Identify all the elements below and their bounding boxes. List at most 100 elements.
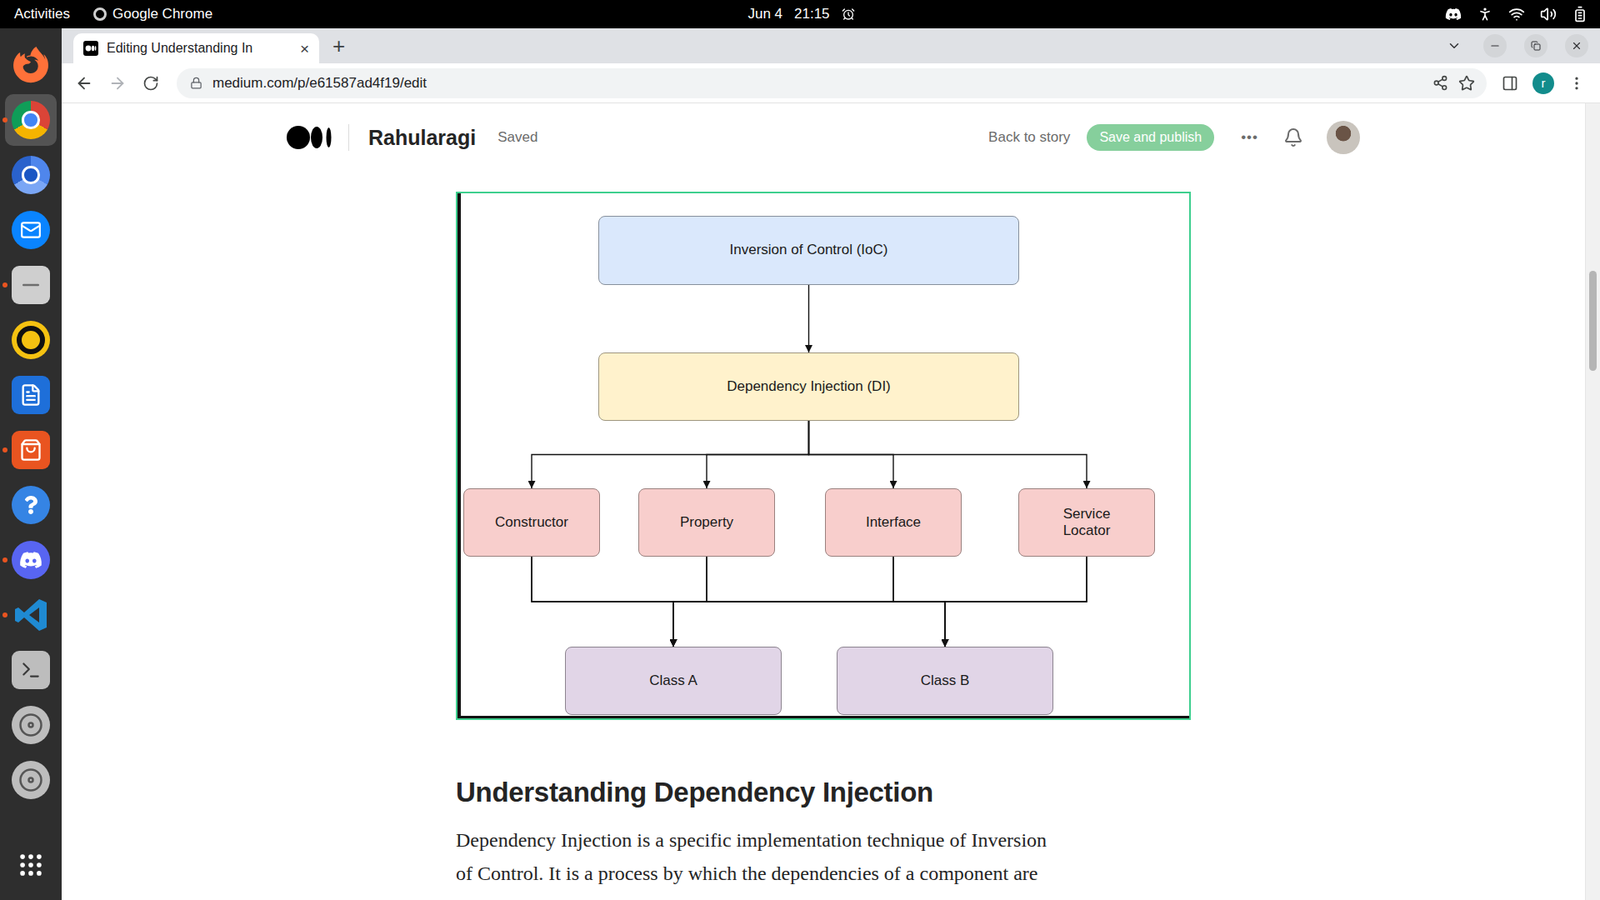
diagram-node: Constructor bbox=[463, 488, 600, 557]
more-options-button[interactable]: ••• bbox=[1240, 129, 1259, 146]
connector-line bbox=[809, 420, 895, 489]
connector-line bbox=[893, 556, 945, 647]
connector-line bbox=[673, 556, 894, 647]
back-button[interactable] bbox=[69, 68, 100, 99]
scrollbar[interactable] bbox=[1585, 103, 1600, 900]
chromium-icon bbox=[11, 155, 50, 195]
scrollbar-thumb[interactable] bbox=[1589, 270, 1597, 371]
medium-favicon-icon bbox=[83, 40, 99, 56]
diagram-node: Inversion of Control (IoC) bbox=[598, 215, 1020, 285]
clock-time: 21:15 bbox=[794, 5, 830, 23]
dock-item[interactable] bbox=[5, 839, 57, 891]
forward-button[interactable] bbox=[102, 68, 133, 99]
running-dot bbox=[2, 612, 8, 618]
medium-logo-icon[interactable] bbox=[286, 125, 333, 150]
disk-icon bbox=[11, 705, 50, 745]
dock-item[interactable] bbox=[5, 589, 57, 641]
app-menu[interactable]: Google Chrome bbox=[93, 5, 213, 23]
page: Rahularagi Saved Back to story Save and pub… bbox=[61, 103, 1585, 900]
disk-icon bbox=[11, 760, 50, 800]
notifications-bell-icon[interactable] bbox=[1283, 127, 1304, 148]
dock-item[interactable] bbox=[5, 479, 57, 531]
activities-button[interactable]: Activities bbox=[14, 5, 70, 23]
editor-header: Rahularagi Saved Back to story Save and pub… bbox=[286, 103, 1360, 172]
app-name: Google Chrome bbox=[112, 5, 213, 23]
back-to-story-link[interactable]: Back to story bbox=[988, 129, 1070, 146]
connector-line bbox=[673, 556, 707, 647]
browser-window: Editing Understanding In× + medium.com/p/e… bbox=[61, 28, 1600, 900]
running-dot bbox=[2, 447, 8, 453]
node-label: Inversion of Control (IoC) bbox=[730, 241, 889, 259]
new-tab-button[interactable]: + bbox=[332, 35, 345, 57]
terminal-icon bbox=[11, 650, 50, 690]
restore-button[interactable] bbox=[1524, 34, 1548, 58]
dock-item[interactable] bbox=[5, 424, 57, 476]
connector-line bbox=[706, 556, 945, 647]
node-label: Service Locator bbox=[1053, 505, 1120, 540]
discord-icon[interactable] bbox=[1445, 5, 1462, 23]
dock-item[interactable] bbox=[5, 699, 57, 751]
dock-item[interactable] bbox=[5, 314, 57, 366]
volume-icon[interactable] bbox=[1540, 5, 1557, 23]
share-icon[interactable] bbox=[1432, 75, 1449, 91]
diagram-node: Interface bbox=[825, 488, 962, 557]
menu-button[interactable] bbox=[1561, 68, 1592, 99]
connector-line bbox=[945, 556, 1087, 647]
accessibility-icon[interactable] bbox=[1476, 5, 1494, 23]
dock bbox=[0, 28, 62, 900]
clock[interactable]: Jun 4 21:15 bbox=[747, 5, 855, 23]
files-icon bbox=[11, 265, 50, 305]
user-avatar[interactable] bbox=[1326, 120, 1360, 155]
connector-line bbox=[706, 420, 810, 489]
diagram-canvas: Inversion of Control (IoC) Dependency Inj… bbox=[457, 193, 1190, 719]
node-label: Class A bbox=[649, 672, 698, 690]
dock-item[interactable] bbox=[5, 39, 57, 91]
connector-line bbox=[531, 556, 674, 647]
diagram-image[interactable]: Inversion of Control (IoC) Dependency Inj… bbox=[455, 191, 1191, 720]
close-button[interactable] bbox=[1565, 34, 1589, 58]
thunderbird-icon bbox=[11, 210, 50, 250]
dock-item[interactable] bbox=[5, 534, 57, 586]
apps-icon bbox=[16, 850, 45, 880]
dock-item[interactable] bbox=[5, 94, 57, 146]
dock-item[interactable] bbox=[5, 644, 57, 696]
dock-item[interactable] bbox=[5, 204, 57, 256]
help-icon bbox=[11, 485, 50, 525]
reload-button[interactable] bbox=[135, 68, 166, 99]
address-bar[interactable]: medium.com/p/e61587ad4f19/edit bbox=[176, 68, 1487, 99]
bookmark-star-icon[interactable] bbox=[1458, 75, 1475, 92]
browser-tab[interactable]: Editing Understanding In× bbox=[73, 33, 320, 64]
paragraph-line: Dependency Injection is a specific imple… bbox=[455, 823, 1191, 857]
section-heading[interactable]: Understanding Dependency Injection bbox=[455, 775, 1191, 810]
connector-line bbox=[531, 556, 945, 647]
side-panel-button[interactable] bbox=[1495, 68, 1525, 99]
paragraph[interactable]: Dependency Injection is a specific imple… bbox=[455, 823, 1191, 890]
node-label: Constructor bbox=[495, 514, 569, 531]
lock-icon[interactable] bbox=[190, 76, 203, 90]
connector-line bbox=[808, 285, 810, 353]
running-dot bbox=[2, 117, 8, 123]
minimize-button[interactable] bbox=[1483, 34, 1507, 58]
profile-button[interactable]: r bbox=[1528, 68, 1559, 99]
tab-close-button[interactable]: × bbox=[298, 40, 311, 57]
save-status: Saved bbox=[497, 129, 538, 146]
dock-item[interactable] bbox=[5, 754, 57, 806]
dock-item[interactable] bbox=[5, 369, 57, 421]
dock-item[interactable] bbox=[5, 149, 57, 201]
writer-icon bbox=[11, 375, 50, 415]
clock-date: Jun 4 bbox=[747, 5, 783, 23]
save-and-publish-button[interactable]: Save and publish bbox=[1086, 124, 1215, 151]
dock-item[interactable] bbox=[5, 259, 57, 311]
appstore-icon bbox=[11, 430, 50, 470]
battery-icon[interactable] bbox=[1571, 5, 1589, 23]
tab-strip: Editing Understanding In× + bbox=[61, 28, 1600, 64]
discord-icon bbox=[11, 540, 50, 580]
diagram-node: Dependency Injection (DI) bbox=[598, 352, 1020, 421]
chrome-icon bbox=[11, 100, 50, 140]
wifi-icon[interactable] bbox=[1508, 5, 1525, 23]
alarm-icon bbox=[841, 7, 855, 21]
connector-line bbox=[531, 420, 810, 489]
author-name[interactable]: Rahularagi bbox=[368, 125, 476, 150]
chrome-icon bbox=[93, 7, 107, 21]
tab-search-button[interactable] bbox=[1442, 34, 1466, 58]
